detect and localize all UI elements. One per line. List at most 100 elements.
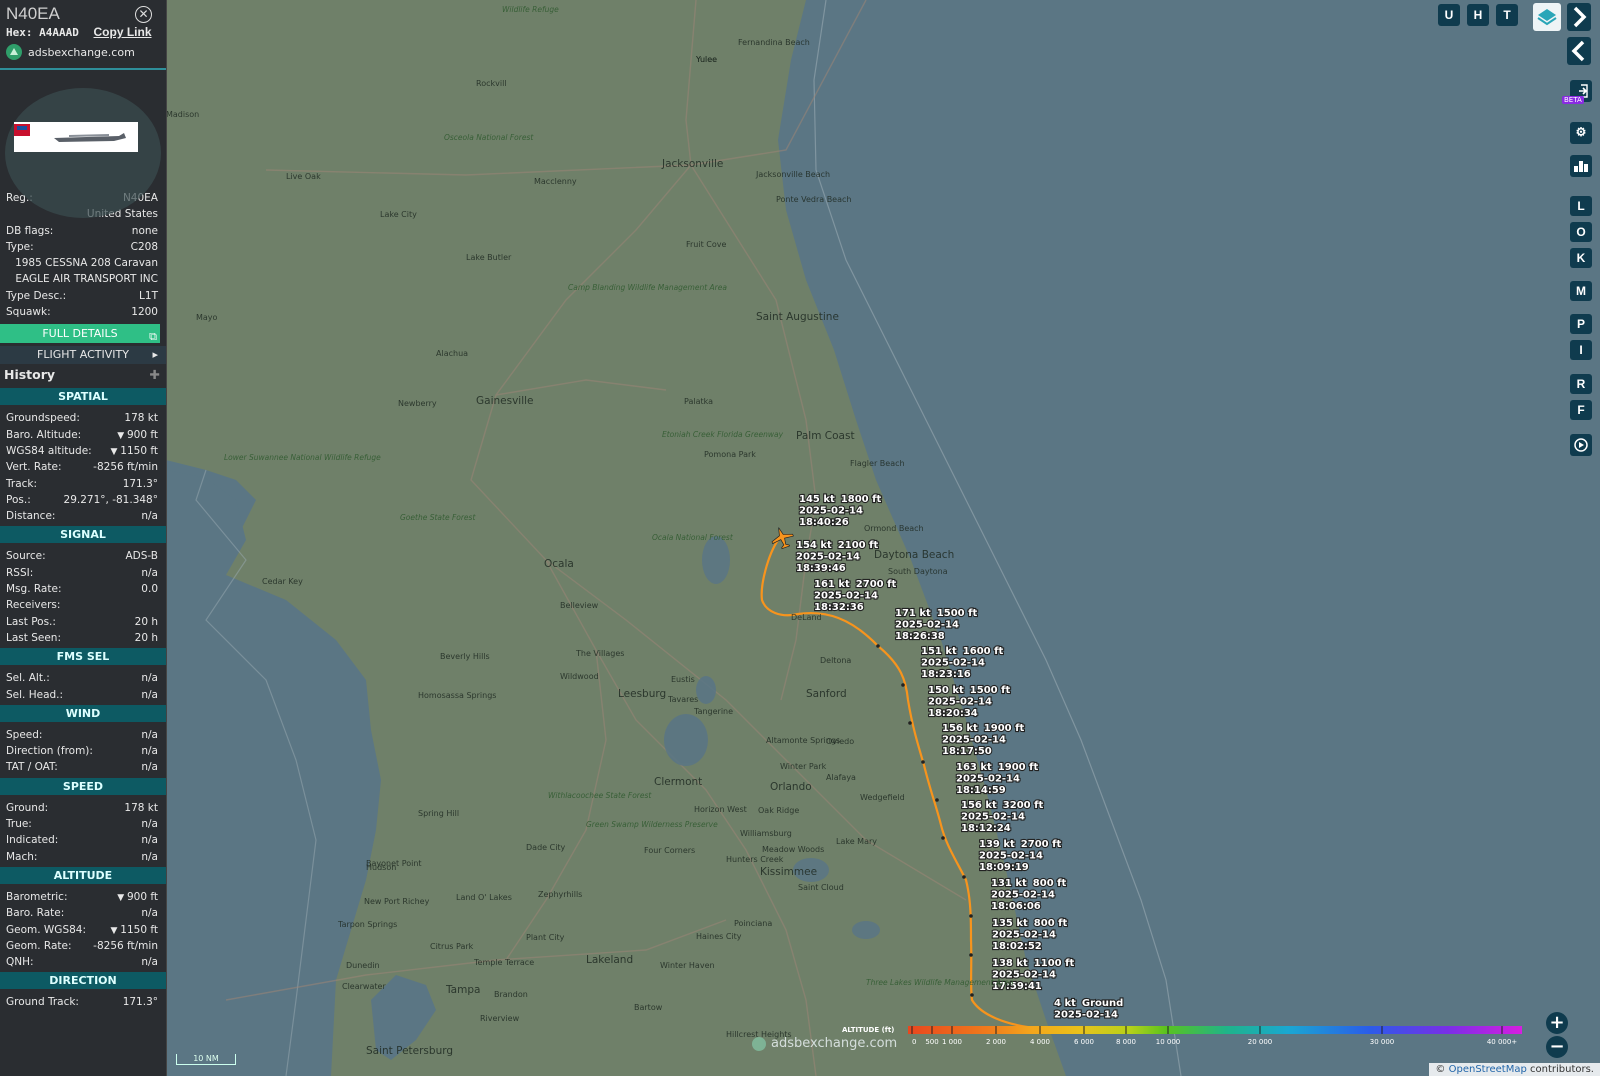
toolbar-t-button[interactable]: T bbox=[1496, 4, 1518, 26]
detail-key: TAT / OAT: bbox=[6, 761, 58, 774]
aircraft-photo[interactable] bbox=[14, 122, 138, 152]
replay-icon[interactable] bbox=[1570, 434, 1592, 456]
detail-row: WGS84 altitude: ▼ 1150 ft bbox=[0, 443, 166, 459]
detail-row: Distance: n/a bbox=[0, 508, 166, 524]
city-label: Ocala bbox=[544, 558, 574, 570]
hex-line: Hex: A4AAAD Copy Link bbox=[6, 25, 160, 39]
detail-row: Sel. Alt.: n/a bbox=[0, 670, 166, 686]
track-time: 18:14:59 bbox=[956, 785, 1006, 796]
detail-key: Last Seen: bbox=[6, 631, 61, 644]
zoom-in-button[interactable]: + bbox=[1546, 1012, 1568, 1034]
info-row: Type: C208 bbox=[0, 239, 166, 255]
shortcut-button-r[interactable]: R bbox=[1570, 374, 1592, 394]
chevron-left-icon[interactable] bbox=[1567, 37, 1591, 65]
detail-value: 20 h bbox=[134, 615, 158, 628]
shortcut-button-p[interactable]: P bbox=[1570, 314, 1592, 334]
detail-row: Barometric: ▼ 900 ft bbox=[0, 889, 166, 905]
detail-key: Track: bbox=[6, 477, 38, 490]
shortcut-button-l[interactable]: L bbox=[1570, 196, 1592, 216]
layers-icon[interactable] bbox=[1533, 3, 1561, 31]
detail-row: Geom. WGS84: ▼ 1150 ft bbox=[0, 922, 166, 938]
detail-key: True: bbox=[6, 818, 32, 831]
track-label-speed-alt: 151 kt 1600 ft bbox=[921, 646, 1003, 657]
track-date: 2025-02-14 bbox=[1054, 1010, 1118, 1021]
city-label: Temple Terrace bbox=[473, 958, 534, 967]
detail-value-wrap: 29.271°, -81.348° bbox=[64, 492, 158, 508]
history-label: History bbox=[4, 367, 56, 383]
chevron-right-icon[interactable] bbox=[1567, 3, 1591, 31]
stats-podium-icon[interactable] bbox=[1570, 155, 1592, 177]
copy-link[interactable]: Copy Link bbox=[94, 25, 152, 39]
detail-row: Msg. Rate: 0.0 bbox=[0, 581, 166, 597]
track-time: 18:06:06 bbox=[991, 901, 1041, 912]
scale-bar: 10 NM bbox=[176, 1054, 236, 1065]
area-label: Ocala National Forest bbox=[652, 533, 734, 542]
detail-value-wrap: n/a bbox=[141, 670, 158, 686]
info-row: Type Desc.: L1T bbox=[0, 288, 166, 304]
city-label: Lake Butler bbox=[466, 253, 512, 262]
track-date: 2025-02-14 bbox=[814, 591, 878, 602]
detail-value: n/a bbox=[141, 907, 158, 920]
settings-gear-icon[interactable]: ⚙ bbox=[1570, 122, 1592, 144]
detail-key: Baro. Altitude: bbox=[6, 428, 82, 441]
detail-value: n/a bbox=[141, 834, 158, 847]
track-time: 18:40:26 bbox=[799, 517, 849, 528]
track-date: 2025-02-14 bbox=[961, 812, 1025, 823]
shortcut-button-m[interactable]: M bbox=[1570, 281, 1592, 301]
detail-row: Track: 171.3° bbox=[0, 476, 166, 492]
map-canvas[interactable]: 145 kt 1800 ft2025-02-1418:40:26154 kt 210… bbox=[166, 0, 1600, 1076]
detail-sections: SPATIAL Groundspeed: 178 kt Baro. Altitude:… bbox=[0, 388, 166, 1010]
detail-value-wrap: 171.3° bbox=[123, 476, 158, 492]
city-label: Gainesville bbox=[476, 395, 534, 407]
track-time: 18:09:19 bbox=[979, 862, 1029, 873]
city-label: Winter Haven bbox=[660, 961, 715, 970]
detail-value-wrap: -8256 ft/min bbox=[93, 459, 158, 475]
city-label: Citrus Park bbox=[430, 942, 474, 951]
shortcut-button-k[interactable]: K bbox=[1570, 248, 1592, 268]
track-speed: 156 kt bbox=[942, 723, 978, 734]
city-label: Belleview bbox=[560, 601, 599, 610]
history-header[interactable]: History ✚ bbox=[0, 364, 166, 386]
area-label: Withlacoochee State Forest bbox=[548, 791, 652, 800]
detail-value: 29.271°, -81.348° bbox=[63, 493, 158, 506]
city-label: Jacksonville Beach bbox=[755, 170, 830, 179]
area-label: Lower Suwannee National Wildlife Refuge bbox=[224, 453, 381, 462]
track-label-speed-alt: 171 kt 1500 ft bbox=[895, 608, 977, 619]
city-label: Clermont bbox=[654, 776, 702, 788]
flight-activity-button[interactable]: FLIGHT ACTIVITY ▸ bbox=[0, 346, 166, 365]
shortcut-button-o[interactable]: O bbox=[1570, 222, 1592, 242]
attribution-suffix: contributors. bbox=[1530, 1064, 1594, 1075]
info-row: EAGLE AIR TRANSPORT INC bbox=[0, 271, 166, 287]
detail-value: 900 ft bbox=[126, 428, 158, 441]
close-icon[interactable]: ✕ bbox=[135, 6, 152, 23]
detail-value: 171.3° bbox=[122, 477, 158, 490]
chevron-right-icon: ▸ bbox=[152, 348, 158, 362]
detail-row: Groundspeed: 178 kt bbox=[0, 410, 166, 426]
shortcut-button-i[interactable]: I bbox=[1570, 340, 1592, 360]
city-label: Ormond Beach bbox=[864, 524, 924, 533]
city-label: Pomona Park bbox=[704, 450, 756, 459]
detail-value-wrap: ▼ 900 ft bbox=[117, 889, 158, 905]
city-label: Poinciana bbox=[734, 919, 772, 928]
city-label: Meadow Woods bbox=[762, 845, 824, 854]
expand-plus-icon[interactable]: ✚ bbox=[150, 364, 160, 386]
detail-key: Receivers: bbox=[6, 599, 61, 612]
osm-link[interactable]: OpenStreetMap bbox=[1449, 1064, 1527, 1075]
area-label: Wildlife Refuge bbox=[502, 5, 559, 14]
shortcut-button-f[interactable]: F bbox=[1570, 400, 1592, 420]
city-label: South Daytona bbox=[888, 567, 948, 576]
site-link[interactable]: adsbexchange.com bbox=[6, 44, 160, 60]
section-header: DIRECTION bbox=[0, 972, 166, 990]
track-altitude: 1500 ft bbox=[970, 685, 1011, 696]
full-details-button[interactable]: FULL DETAILS ⧉ bbox=[0, 324, 160, 344]
city-label: Fernandina Beach bbox=[738, 38, 810, 47]
city-label: Madison bbox=[166, 110, 199, 119]
track-date: 2025-02-14 bbox=[942, 735, 1006, 746]
legend-tick-label: 0 bbox=[912, 1038, 916, 1046]
detail-row: Ground Track: 171.3° bbox=[0, 994, 166, 1010]
detail-key: Msg. Rate: bbox=[6, 583, 62, 596]
toolbar-u-button[interactable]: U bbox=[1438, 4, 1460, 26]
area-label: Goethe State Forest bbox=[400, 513, 476, 522]
zoom-out-button[interactable]: − bbox=[1546, 1036, 1568, 1058]
toolbar-h-button[interactable]: H bbox=[1467, 4, 1489, 26]
